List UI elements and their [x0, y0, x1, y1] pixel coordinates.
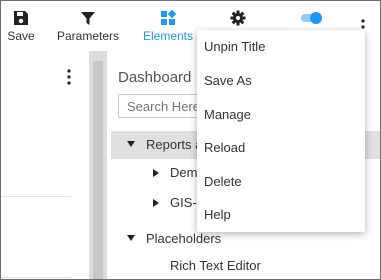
collapse-arrow-icon[interactable]: [127, 141, 135, 147]
context-menu: Unpin Title Save As Manage Reload Delete…: [197, 30, 365, 232]
scrollbar-thumb[interactable]: [93, 61, 103, 279]
menu-item-delete[interactable]: Delete: [197, 165, 365, 199]
toggle-icon: [301, 12, 322, 24]
tree-item-label: Reports a: [146, 137, 203, 152]
save-label: Save: [7, 29, 35, 43]
tree-item-label: Rich Text Editor: [170, 258, 261, 273]
divider: [1, 196, 71, 197]
panel-kebab-icon[interactable]: [67, 69, 71, 85]
menu-item-help[interactable]: Help: [197, 198, 365, 232]
menu-item-reload[interactable]: Reload: [197, 131, 365, 165]
gear-icon: [230, 10, 246, 26]
left-panel: [1, 51, 89, 279]
filter-icon: [81, 12, 95, 25]
expand-arrow-icon[interactable]: [153, 199, 159, 207]
menu-item-manage[interactable]: Manage: [197, 98, 365, 132]
vertical-scrollbar[interactable]: [89, 51, 107, 279]
elements-icon: [161, 10, 176, 25]
elements-button[interactable]: Elements: [139, 1, 197, 50]
menu-item-unpin-title[interactable]: Unpin Title: [197, 30, 365, 64]
parameters-label: Parameters: [56, 29, 120, 43]
expand-arrow-icon[interactable]: [153, 169, 159, 177]
tree-item-rich-text-editor[interactable]: Rich Text Editor: [111, 252, 380, 279]
elements-label: Elements: [142, 29, 194, 43]
tree-item-label: Placeholders: [146, 231, 222, 246]
save-icon: [14, 11, 28, 25]
panel-title: Dashboard: [118, 69, 192, 86]
divider: [1, 277, 71, 278]
save-button[interactable]: Save: [1, 1, 41, 50]
collapse-arrow-icon[interactable]: [127, 235, 135, 241]
app-window: Save Parameters Elements Dashboard Searc…: [0, 0, 381, 280]
parameters-button[interactable]: Parameters: [53, 1, 123, 50]
menu-item-save-as[interactable]: Save As: [197, 64, 365, 98]
tree-item-label: Dem: [170, 165, 198, 180]
